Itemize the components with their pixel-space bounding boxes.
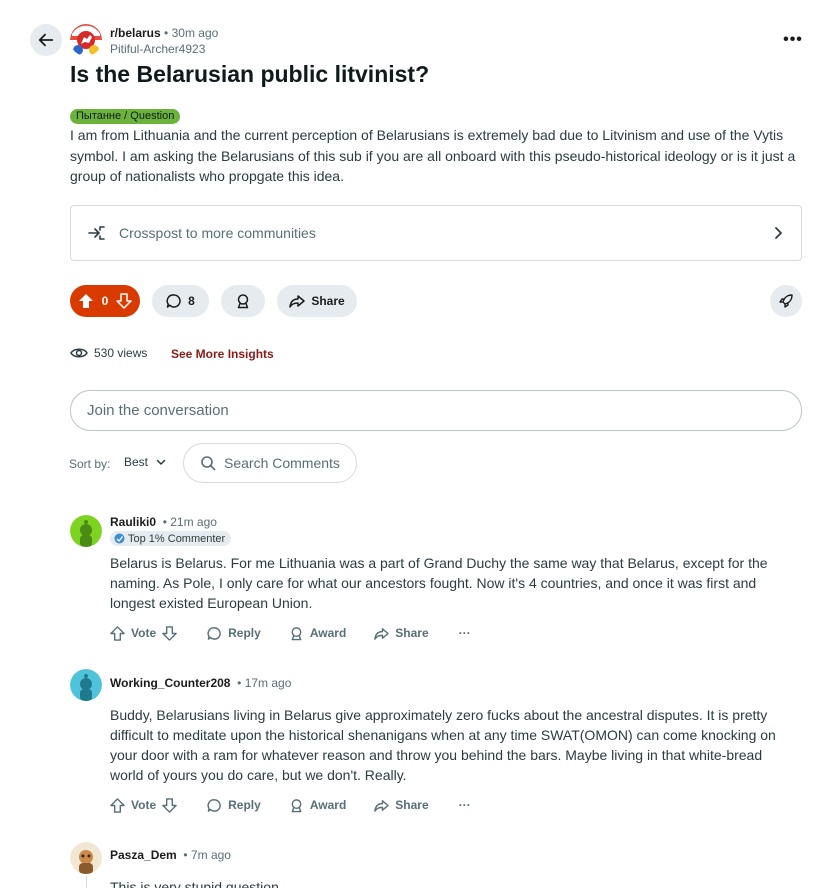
sort-value: Best <box>124 455 149 469</box>
vote-label: Vote <box>131 798 157 812</box>
view-stats: 530 views <box>70 346 147 360</box>
vote-label: Vote <box>131 626 157 640</box>
downvote-icon[interactable] <box>162 625 177 641</box>
upvote-icon[interactable] <box>110 797 125 813</box>
comment-icon <box>166 294 181 308</box>
reply-label: Reply <box>228 626 261 640</box>
upvote-icon[interactable] <box>110 625 125 641</box>
chevron-down-icon <box>156 459 166 465</box>
award-button[interactable] <box>221 285 265 317</box>
reply-label: Reply <box>228 798 261 812</box>
comment-username[interactable]: Rauliki0 <box>110 515 156 529</box>
award-icon <box>237 294 249 309</box>
badge-label: Top 1% Commenter <box>128 532 226 545</box>
comment-vote-button[interactable]: Vote <box>110 625 177 641</box>
sort-label: Sort by: <box>69 457 111 471</box>
vote-control: 0 <box>70 285 140 317</box>
chevron-right-icon <box>775 227 782 239</box>
post-title: Is the Belarusian public litvinist? <box>70 61 430 87</box>
commenter-avatar[interactable] <box>70 515 102 547</box>
downvote-icon[interactable] <box>162 797 177 813</box>
comment-username[interactable]: Working_Counter208 <box>110 676 230 690</box>
thread-line[interactable] <box>86 876 87 888</box>
share-label: Share <box>311 294 345 308</box>
search-comments-input[interactable]: Search Comments <box>183 443 357 483</box>
crosspost-label: Crosspost to more communities <box>119 225 316 241</box>
meta-separator: • <box>237 676 242 690</box>
comment-reply-button[interactable]: Reply <box>207 626 261 641</box>
comment-award-button[interactable]: Award <box>289 798 346 813</box>
comment-time: 21m ago <box>170 515 217 529</box>
award-label: Award <box>309 798 347 812</box>
meta-separator: • <box>162 515 167 529</box>
search-comments-placeholder: Search Comments <box>224 455 340 471</box>
upvote-icon[interactable] <box>78 293 94 309</box>
comment-reply-button[interactable]: Reply <box>207 798 261 813</box>
share-label: Share <box>395 798 429 812</box>
join-conversation-input[interactable]: Join the conversation <box>70 390 802 431</box>
share-label: Share <box>395 626 429 640</box>
vote-count: 0 <box>101 294 109 308</box>
arrow-left-icon <box>38 33 54 47</box>
see-more-insights-link[interactable]: See More Insights <box>171 347 274 361</box>
search-icon <box>201 456 216 471</box>
post-body: I am from Lithuania and the current perc… <box>70 127 796 184</box>
commenter-avatar[interactable] <box>70 669 102 701</box>
award-label: Award <box>309 626 347 640</box>
comment-header: Working_Counter208 • 17m ago <box>110 676 291 690</box>
commenter-badge: Top 1% Commenter <box>110 531 232 546</box>
avatar-icon <box>70 515 102 547</box>
comment-share-button[interactable]: Share <box>374 798 429 813</box>
subreddit-logo-icon <box>70 24 102 56</box>
comment-username[interactable]: Pasza_Dem <box>110 848 177 862</box>
badge-icon <box>114 533 125 544</box>
post-author[interactable]: Pitiful-Archer4923 <box>110 42 205 56</box>
share-icon <box>289 295 306 308</box>
comment-text: Belarus is Belarus. For me Lithuania was… <box>110 555 768 611</box>
subreddit-name[interactable]: r/belarus <box>110 26 161 40</box>
comment-time: 17m ago <box>244 676 292 690</box>
share-icon <box>374 799 390 812</box>
avatar-icon <box>70 842 102 874</box>
comments-button[interactable]: 8 <box>152 285 209 317</box>
post-time: 30m ago <box>171 26 219 40</box>
avatar-icon <box>70 669 102 701</box>
comment-more-button[interactable]: ··· <box>459 798 471 812</box>
comment-actions: Vote Reply Award Share ··· <box>110 793 471 817</box>
comment-icon <box>207 798 221 812</box>
comment-count: 8 <box>188 294 195 308</box>
comment-share-button[interactable]: Share <box>374 626 429 641</box>
commenter-avatar[interactable] <box>70 842 102 874</box>
rocket-icon <box>779 294 793 308</box>
award-icon <box>291 626 302 640</box>
comment-icon <box>207 626 221 640</box>
comment-award-button[interactable]: Award <box>289 626 346 641</box>
share-icon <box>374 627 390 640</box>
post-more-button[interactable]: ••• <box>778 28 808 52</box>
meta-separator: • <box>183 848 188 862</box>
comment-header: Pasza_Dem • 7m ago <box>110 848 231 862</box>
comment-header: Rauliki0 • 21m ago <box>110 515 217 529</box>
boost-button[interactable] <box>770 285 802 317</box>
comment-more-button[interactable]: ··· <box>459 626 471 640</box>
view-count: 530 views <box>94 346 148 360</box>
post-meta: r/belarus • 30m ago <box>110 26 218 40</box>
comment-vote-button[interactable]: Vote <box>110 797 177 813</box>
award-icon <box>291 798 302 812</box>
subreddit-avatar[interactable] <box>70 24 102 56</box>
join-placeholder: Join the conversation <box>87 402 229 419</box>
crosspost-icon <box>88 226 105 240</box>
comment-text: Buddy, Belarusians living in Belarus giv… <box>110 707 776 783</box>
meta-separator: • <box>164 26 169 40</box>
post-flair[interactable]: Пытанне / Question <box>70 109 181 124</box>
downvote-icon[interactable] <box>116 293 132 309</box>
eye-icon <box>70 348 88 358</box>
comment-time: 7m ago <box>190 848 231 862</box>
sort-dropdown[interactable]: Best <box>124 455 166 469</box>
share-button[interactable]: Share <box>277 285 357 317</box>
crosspost-banner[interactable]: Crosspost to more communities <box>70 205 802 261</box>
comment-actions: Vote Reply Award Share ··· <box>110 621 471 645</box>
comment-text: This is very stupid question. <box>110 879 283 888</box>
back-button[interactable] <box>30 24 62 56</box>
